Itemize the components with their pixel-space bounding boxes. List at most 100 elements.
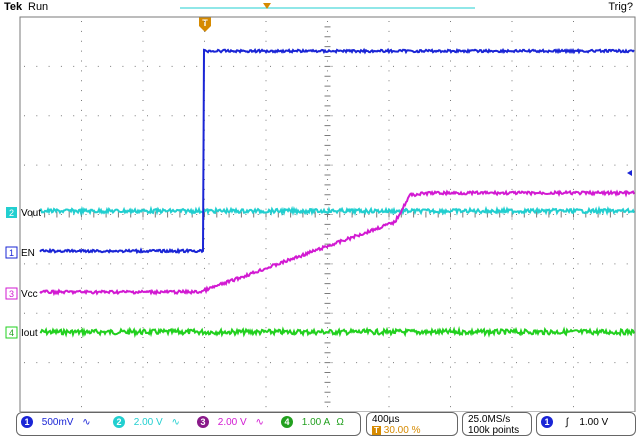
grid-dot [327,119,328,121]
grid-dot [589,214,591,215]
grid-dot [81,179,82,180]
ch1-indicator[interactable]: 1 EN [5,246,35,259]
grid-dot [204,386,205,388]
grid-dot [319,214,321,215]
grid-dot [528,65,530,67]
grid-dot [245,164,247,166]
grid-dot [577,263,579,265]
grid-dot [81,80,82,82]
grid-dot [511,258,513,259]
grid-dot [134,362,136,364]
grid-dot [388,21,390,22]
grid-dot [24,263,25,265]
grid-dot [573,40,574,42]
grid-dot [405,65,407,67]
grid-dot [511,228,513,230]
grid-dot [466,164,468,166]
ch3-scale-value: 2.00 V [217,417,247,428]
grid-dot [388,60,390,62]
ch4-indicator[interactable]: 4 Iout [5,326,38,339]
grid-dot [511,90,513,92]
grid-dot [405,312,407,314]
grid-dot [442,65,444,67]
grid-dot [327,198,328,200]
grid-dot [270,65,271,67]
grid-dot [331,65,333,67]
grid-dot [565,312,567,314]
grid-dot [516,362,517,364]
ch3-indicator[interactable]: 3 Vcc [5,287,38,300]
grid-dot [450,21,451,22]
grid-dot [233,214,235,215]
grid-dot [552,263,554,265]
grid-dot [511,406,513,408]
grid-dot [388,169,390,171]
grid-dot [257,164,259,166]
grid-dot [388,317,390,319]
grid-dot [196,115,198,117]
ch1-scale[interactable]: 1 500mV ∿ [21,416,91,429]
grid-dot [589,263,591,265]
grid-dot [204,327,205,329]
grid-dot [511,396,513,398]
ch2-scale[interactable]: 2 2.00 V ∿ [113,416,180,429]
grid-dot [479,312,481,314]
svg-text:1: 1 [9,248,14,258]
grid-dot [97,362,99,364]
grid-dot [97,312,99,314]
grid-dot [81,100,82,101]
grid-dot [511,376,513,378]
grid-dot [511,109,513,111]
timebase-panel[interactable]: 400µs T 30.00 % [366,412,458,436]
acquisition-panel[interactable]: 25.0MS/s 100k points [462,412,532,436]
grid-dot [429,362,431,364]
grid-dot [573,149,574,151]
trigger-offset-icon: T [372,426,381,435]
grid-dot [343,115,345,117]
grid-dot [159,65,161,67]
grid-dot [319,115,321,117]
grid-dot [265,30,267,32]
grid-dot [450,277,451,279]
ch1-badge: 1 [21,416,33,428]
grid-dot [60,362,62,364]
grid-dot [528,164,530,166]
grid-dot [388,80,390,82]
grid-dot [60,65,62,67]
trigger-panel[interactable]: 1 ∫ 1.00 V [536,412,636,436]
grid-dot [265,90,267,92]
grid-dot [442,263,444,265]
grid-dot [327,90,328,92]
grid-dot [265,149,267,151]
grid-dot [491,65,493,67]
grid-dot [573,248,574,250]
grid-dot [265,228,267,230]
grid-dot [245,115,247,117]
grid-dot [511,159,513,161]
ch1-trigger-level-icon[interactable] [627,170,632,176]
grid-dot [327,70,328,72]
grid-dot [183,115,185,117]
grid-dot [450,386,451,388]
ch2-indicator[interactable]: 2 Vout [6,207,41,219]
trigger-position-marker[interactable]: T [199,17,211,32]
grid-dot [380,362,382,364]
ch4-scale[interactable]: 4 1.00 A Ω [281,416,344,429]
grid-dot [60,312,62,314]
grid-dot [306,263,308,265]
grid-dot [450,179,451,180]
grid-dot [122,263,124,265]
grid-dot [573,366,574,368]
grid-dot [479,214,481,215]
grid-dot [405,362,407,364]
grid-dot [450,198,451,200]
grid-dot [450,356,451,358]
grid-dot [540,214,542,215]
grid-dot [265,80,267,82]
grid-dot [110,115,112,117]
grid-dot [388,258,390,259]
grid-dot [327,80,328,82]
grid-dot [265,100,267,101]
ch3-scale[interactable]: 3 2.00 V ∿ [197,416,264,429]
grid-dot [60,164,62,166]
